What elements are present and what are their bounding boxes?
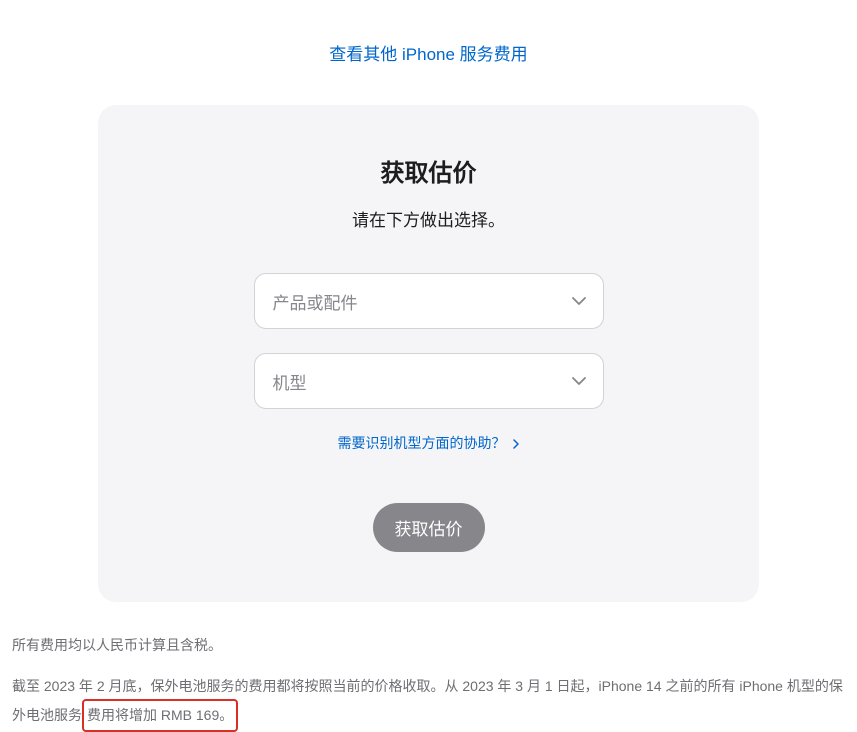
card-subtitle: 请在下方做出选择。 <box>138 206 719 231</box>
product-select-placeholder: 产品或配件 <box>273 289 358 314</box>
identify-model-help-link[interactable]: 需要识别机型方面的协助？ <box>338 435 520 451</box>
model-select-wrapper: 机型 <box>254 353 604 409</box>
get-estimate-button[interactable]: 获取估价 <box>373 503 485 552</box>
help-link-container: 需要识别机型方面的协助？ <box>138 433 719 453</box>
card-title: 获取估价 <box>138 153 719 188</box>
model-select[interactable]: 机型 <box>254 353 604 409</box>
model-select-placeholder: 机型 <box>273 369 307 394</box>
other-services-link[interactable]: 查看其他 iPhone 服务费用 <box>329 45 527 64</box>
estimate-card: 获取估价 请在下方做出选择。 产品或配件 机型 需要识别机型方面的协助？ <box>98 105 759 602</box>
help-link-text: 需要识别机型方面的协助？ <box>338 435 506 451</box>
footer-disclaimer: 所有费用均以人民币计算且含税。 截至 2023 年 2 月底，保外电池服务的费用… <box>12 632 845 732</box>
footer-line2: 截至 2023 年 2 月底，保外电池服务的费用都将按照当前的价格收取。从 20… <box>12 673 845 732</box>
chevron-right-icon <box>509 435 519 451</box>
other-services-link-container: 查看其他 iPhone 服务费用 <box>0 40 857 65</box>
price-increase-highlight: 费用将增加 RMB 169。 <box>82 699 238 732</box>
product-select-wrapper: 产品或配件 <box>254 273 604 329</box>
product-select[interactable]: 产品或配件 <box>254 273 604 329</box>
footer-line1: 所有费用均以人民币计算且含税。 <box>12 632 845 659</box>
